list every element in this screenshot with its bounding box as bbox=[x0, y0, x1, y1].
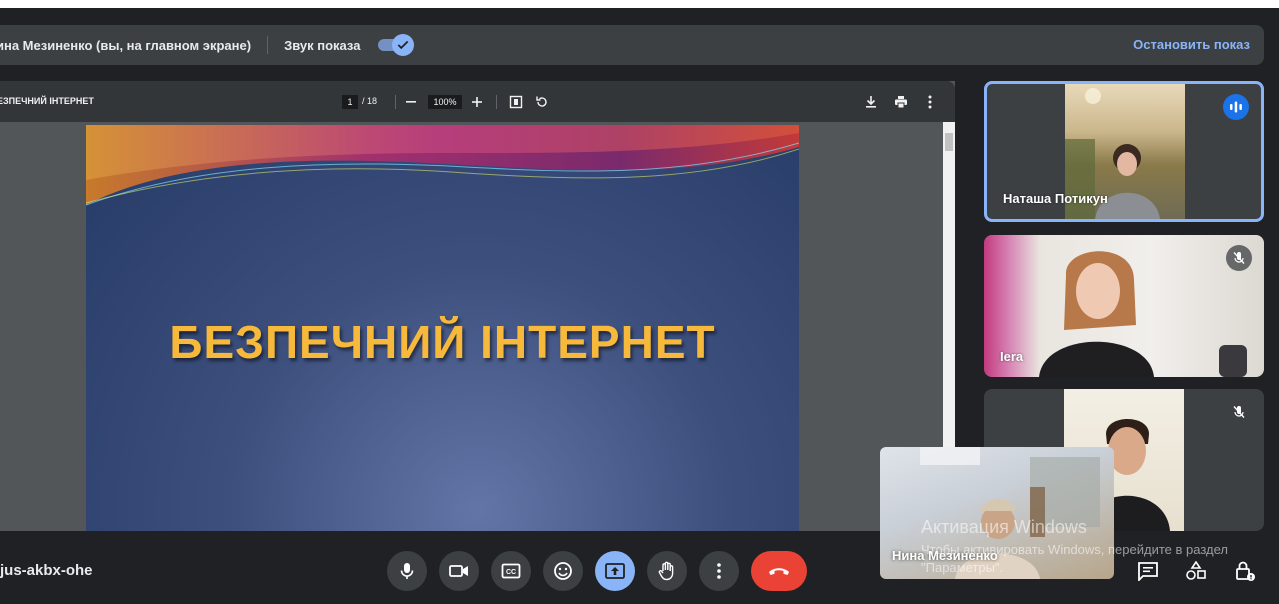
end-call-icon[interactable] bbox=[751, 551, 807, 591]
slide-title: БЕЗПЕЧНИЙ ІНТЕРНЕТ bbox=[169, 316, 716, 368]
screen-share-bar: ина Мезиненко (вы, на главном экране) Зв… bbox=[0, 25, 1264, 65]
pdf-viewer: ЕЗПЕЧНИЙ ІНТЕРНЕТ 1 / 18 100% БЕЗПЕЧНИЙ … bbox=[0, 81, 955, 531]
speaking-icon bbox=[1223, 94, 1249, 120]
page-count: / 18 bbox=[362, 96, 378, 106]
fit-page-icon[interactable] bbox=[506, 92, 526, 112]
participant-tile[interactable]: Iera bbox=[984, 235, 1264, 377]
present-icon[interactable] bbox=[595, 551, 635, 591]
rotate-icon[interactable] bbox=[532, 92, 552, 112]
more-options-icon[interactable] bbox=[699, 551, 739, 591]
camera-icon[interactable] bbox=[439, 551, 479, 591]
pdf-toolbar: ЕЗПЕЧНИЙ ІНТЕРНЕТ 1 / 18 100% bbox=[0, 81, 955, 122]
download-icon[interactable] bbox=[861, 92, 881, 112]
zoom-out-icon[interactable] bbox=[401, 92, 421, 112]
windows-activation-watermark-text: Чтобы активировать Windows, перейдите в … bbox=[921, 542, 1228, 575]
participant-tile[interactable]: Наташа Потикун bbox=[984, 81, 1264, 222]
zoom-input[interactable]: 100% bbox=[428, 95, 462, 109]
windows-activation-watermark-title: Активация Windows bbox=[921, 517, 1087, 537]
print-icon[interactable] bbox=[891, 92, 911, 112]
page-number-input[interactable]: 1 bbox=[342, 95, 358, 109]
participant-name: Iera bbox=[1000, 349, 1024, 364]
participant-video bbox=[984, 235, 1264, 377]
host-controls-icon[interactable] bbox=[1231, 557, 1259, 585]
emoji-icon[interactable] bbox=[543, 551, 583, 591]
participant-silhouette bbox=[1039, 251, 1247, 377]
mic-off-icon bbox=[1226, 399, 1252, 425]
stop-presenting-button[interactable]: Остановить показ bbox=[1133, 37, 1250, 52]
captions-icon[interactable]: CC bbox=[491, 551, 531, 591]
presentation-slide: БЕЗПЕЧНИЙ ІНТЕРНЕТ bbox=[86, 125, 799, 531]
activities-icon[interactable] bbox=[1182, 557, 1210, 585]
svg-text:CC: CC bbox=[506, 569, 516, 576]
raise-hand-icon[interactable] bbox=[647, 551, 687, 591]
share-bar-divider bbox=[267, 36, 269, 54]
participant-name: Наташа Потикун bbox=[1003, 191, 1108, 206]
zoom-in-icon[interactable] bbox=[467, 92, 487, 112]
pdf-scrollbar-thumb[interactable] bbox=[945, 133, 953, 151]
meeting-code: jus-akbx-ohe bbox=[0, 562, 93, 579]
chat-icon[interactable] bbox=[1134, 557, 1162, 585]
share-sound-label: Звук показа bbox=[284, 37, 361, 53]
mic-icon[interactable] bbox=[387, 551, 427, 591]
check-icon bbox=[392, 34, 415, 56]
presenter-label: ина Мезиненко (вы, на главном экране) bbox=[0, 37, 252, 53]
mic-off-icon bbox=[1226, 245, 1252, 271]
top-strip bbox=[0, 0, 1279, 8]
pdf-doc-title: ЕЗПЕЧНИЙ ІНТЕРНЕТ bbox=[0, 96, 94, 106]
share-sound-toggle[interactable] bbox=[376, 34, 415, 56]
more-vert-icon[interactable] bbox=[920, 92, 940, 112]
